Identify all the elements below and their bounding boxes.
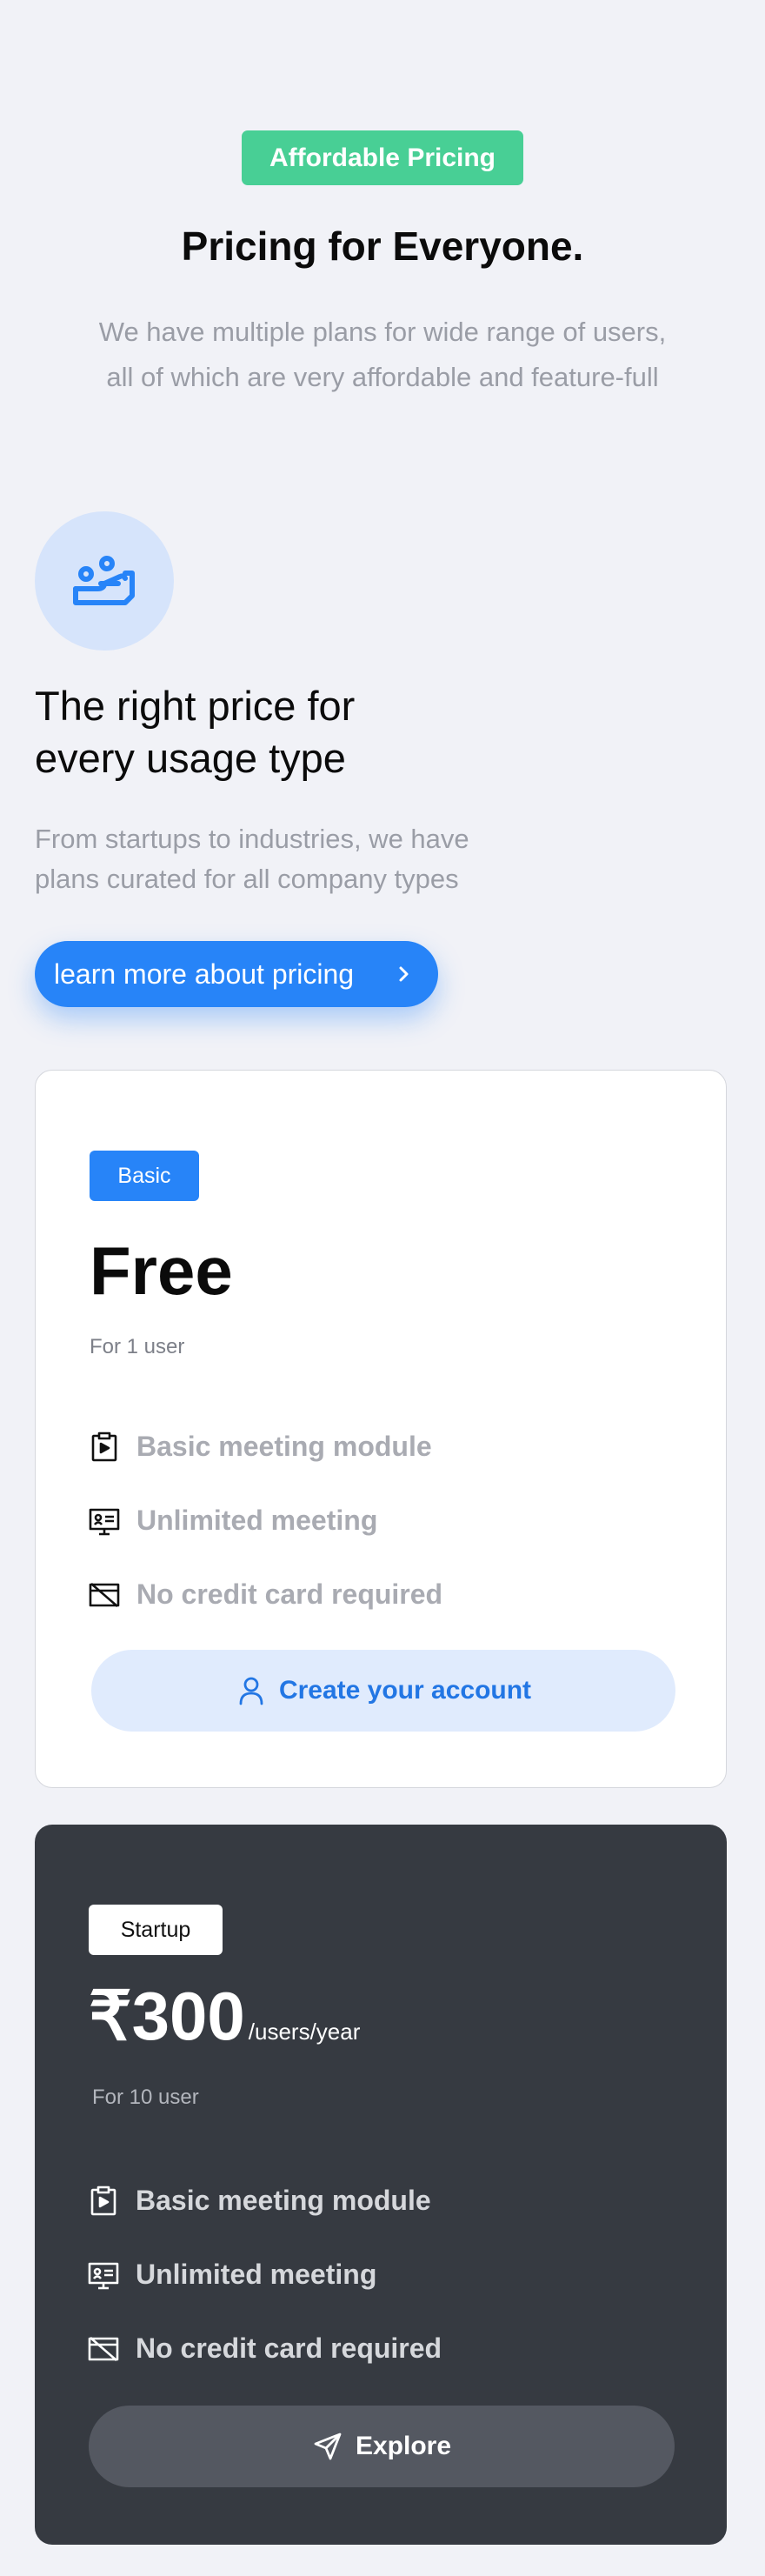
section-subtitle-line-1: From startups to industries, we have: [35, 824, 469, 854]
plan-price: Free: [90, 1229, 236, 1328]
startup-plan-card: Startup ₹300/users/year For 10 user Basi…: [35, 1825, 727, 2545]
create-account-button[interactable]: Create your account: [91, 1650, 675, 1732]
create-account-label: Create your account: [278, 1676, 532, 1705]
plan-user-count: For 1 user: [90, 1335, 185, 1358]
explore-label: Explore: [355, 2432, 452, 2460]
feature-list: Basic meeting module Unlimited meeting N…: [87, 2164, 442, 2386]
plan-tag: Startup: [89, 1905, 223, 1955]
send-icon: [314, 2433, 342, 2460]
plan-tag: Basic: [90, 1151, 199, 1201]
section-title: The right price for every usage type: [35, 680, 522, 784]
feature-item: Unlimited meeting: [88, 1484, 442, 1558]
chevron-right-icon: [399, 966, 409, 982]
feature-label: Unlimited meeting: [136, 2259, 377, 2290]
feature-label: No credit card required: [136, 1578, 443, 1610]
presentation-icon: [89, 1508, 120, 1535]
feature-label: Unlimited meeting: [136, 1505, 378, 1536]
price-period: /users/year: [248, 2019, 361, 2045]
section-title-line-1: The right price for: [35, 683, 356, 729]
section-subtitle-line-2: plans curated for all company types: [35, 864, 459, 894]
feature-label: No credit card required: [136, 2332, 442, 2364]
user-icon: [239, 1677, 263, 1705]
clipboard-play-icon: [91, 1431, 117, 1461]
hero-subtitle: We have multiple plans for wide range of…: [61, 310, 704, 400]
feature-list: Basic meeting module Unlimited meeting N…: [88, 1410, 442, 1632]
basic-plan-card: Basic Free For 1 user Basic meeting modu…: [35, 1070, 727, 1788]
pricing-icon-circle: [35, 511, 174, 651]
price-amount: ₹300: [89, 1978, 245, 2054]
plan-user-count: For 10 user: [92, 2085, 199, 2109]
no-credit-card-icon: [89, 1582, 120, 1607]
feature-label: Basic meeting module: [136, 2185, 431, 2216]
section-title-line-2: every usage type: [35, 735, 346, 781]
hero-subtitle-line-2: all of which are very affordable and fea…: [106, 362, 659, 392]
explore-button[interactable]: Explore: [89, 2406, 675, 2487]
presentation-icon: [88, 2262, 119, 2289]
feature-item: Basic meeting module: [87, 2164, 442, 2238]
page-title: Pricing for Everyone.: [181, 224, 584, 269]
feature-item: No credit card required: [88, 1558, 442, 1632]
affordable-pricing-badge: Affordable Pricing: [242, 130, 523, 185]
learn-more-pricing-button[interactable]: learn more about pricing: [35, 941, 438, 1007]
price-amount: Free: [90, 1232, 233, 1309]
section-subtitle: From startups to industries, we have pla…: [35, 819, 574, 899]
hand-holding-people-icon: [73, 556, 135, 605]
feature-item: Basic meeting module: [88, 1410, 442, 1484]
feature-label: Basic meeting module: [136, 1431, 432, 1462]
no-credit-card-icon: [88, 2336, 119, 2361]
feature-item: Unlimited meeting: [87, 2238, 442, 2312]
feature-item: No credit card required: [87, 2312, 442, 2386]
plan-price: ₹300/users/year: [89, 1974, 360, 2073]
clipboard-play-icon: [90, 2186, 116, 2215]
learn-more-pricing-label: learn more about pricing: [54, 958, 355, 990]
hero-subtitle-line-1: We have multiple plans for wide range of…: [98, 317, 667, 347]
